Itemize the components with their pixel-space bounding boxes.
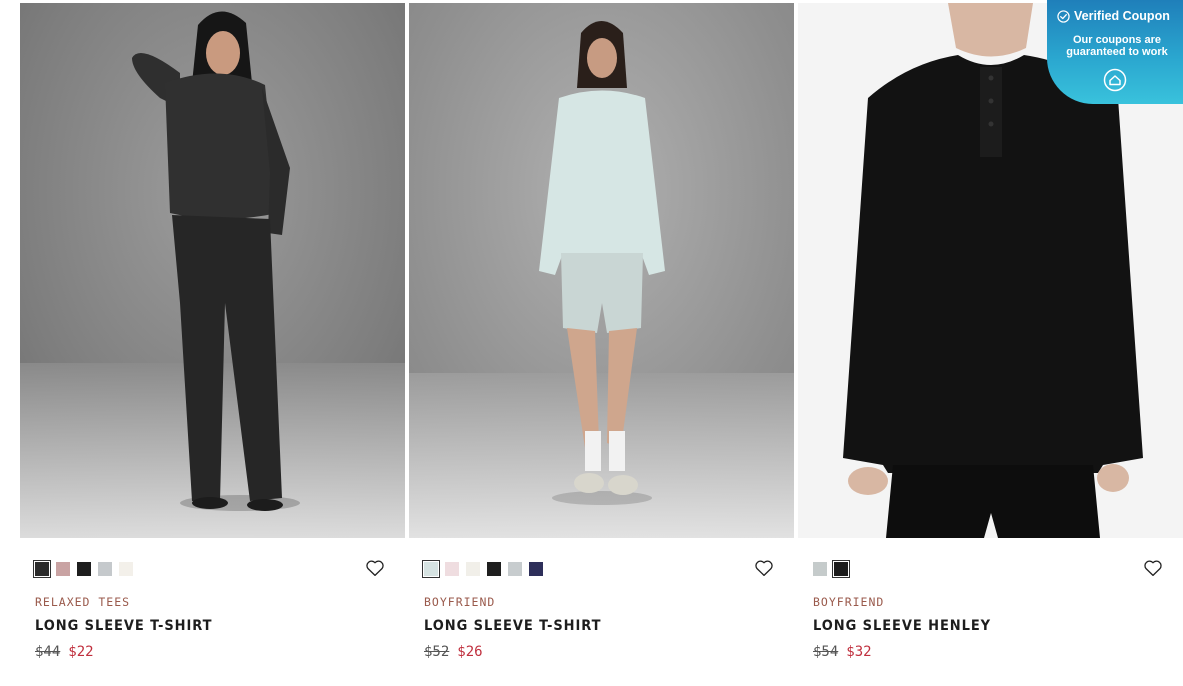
color-swatch[interactable] xyxy=(445,562,459,576)
house-logo-icon xyxy=(1103,68,1127,92)
color-swatch[interactable] xyxy=(77,562,91,576)
heart-outline-icon[interactable] xyxy=(754,559,774,577)
product-image[interactable] xyxy=(409,3,794,538)
heart-outline-icon[interactable] xyxy=(1143,559,1163,577)
sale-price: $22 xyxy=(68,644,94,660)
product-name[interactable]: LONG SLEEVE T-SHIRT xyxy=(424,618,601,634)
original-price: $52 xyxy=(424,644,450,660)
coupon-title-row: Verified Coupon xyxy=(1057,9,1170,23)
product-image[interactable] xyxy=(20,3,405,538)
original-price: $44 xyxy=(35,644,61,660)
color-swatch[interactable] xyxy=(508,562,522,576)
color-swatch[interactable] xyxy=(98,562,112,576)
product-price: $52 $26 xyxy=(424,644,483,660)
product-info: RELAXED TEES LONG SLEEVE T-SHIRT $44 $22 xyxy=(20,538,405,678)
coupon-subtitle: Our coupons are guaranteed to work xyxy=(1066,34,1168,58)
verified-coupon-badge[interactable]: Verified Coupon Our coupons are guarante… xyxy=(1047,0,1183,104)
product-info: BOYFRIEND LONG SLEEVE HENLEY $54 $32 xyxy=(798,538,1183,678)
product-card[interactable]: BOYFRIEND LONG SLEEVE T-SHIRT $52 $26 xyxy=(409,3,794,678)
original-price: $54 xyxy=(813,644,839,660)
color-swatches xyxy=(33,560,133,578)
sale-price: $26 xyxy=(457,644,483,660)
color-swatch[interactable] xyxy=(422,560,440,578)
product-collection: BOYFRIEND xyxy=(813,595,885,609)
product-collection: RELAXED TEES xyxy=(35,595,131,609)
color-swatch[interactable] xyxy=(529,562,543,576)
color-swatch[interactable] xyxy=(487,562,501,576)
product-price: $54 $32 xyxy=(813,644,872,660)
product-grid: RELAXED TEES LONG SLEEVE T-SHIRT $44 $22 xyxy=(20,3,1183,678)
color-swatches xyxy=(813,560,850,578)
product-name[interactable]: LONG SLEEVE HENLEY xyxy=(813,618,991,634)
color-swatch[interactable] xyxy=(56,562,70,576)
product-card[interactable]: BOYFRIEND LONG SLEEVE HENLEY $54 $32 xyxy=(798,3,1183,678)
product-info: BOYFRIEND LONG SLEEVE T-SHIRT $52 $26 xyxy=(409,538,794,678)
product-name[interactable]: LONG SLEEVE T-SHIRT xyxy=(35,618,212,634)
color-swatch[interactable] xyxy=(832,560,850,578)
color-swatch[interactable] xyxy=(813,562,827,576)
color-swatch[interactable] xyxy=(33,560,51,578)
color-swatch[interactable] xyxy=(466,562,480,576)
color-swatches xyxy=(422,560,543,578)
product-price: $44 $22 xyxy=(35,644,94,660)
color-swatch[interactable] xyxy=(119,562,133,576)
product-collection: BOYFRIEND xyxy=(424,595,496,609)
sale-price: $32 xyxy=(846,644,872,660)
heart-outline-icon[interactable] xyxy=(365,559,385,577)
product-card[interactable]: RELAXED TEES LONG SLEEVE T-SHIRT $44 $22 xyxy=(20,3,405,678)
coupon-title: Verified Coupon xyxy=(1074,9,1170,23)
check-circle-icon xyxy=(1057,9,1070,23)
